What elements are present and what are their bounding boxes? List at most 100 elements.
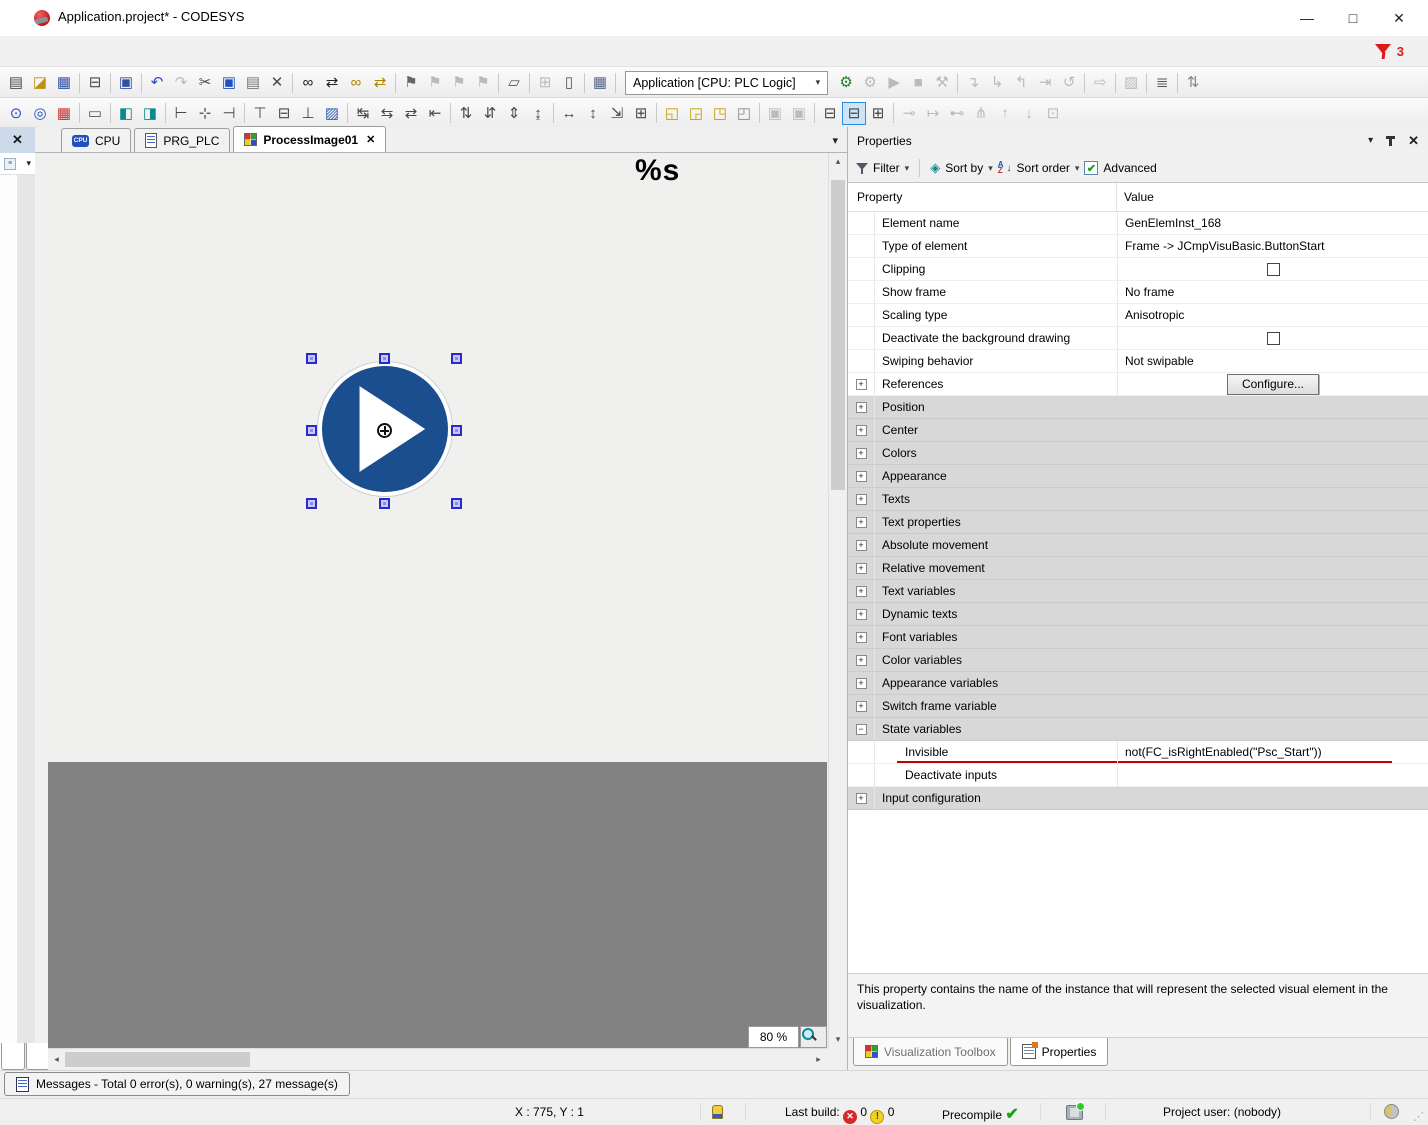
tab-list-dropdown-icon[interactable]: ▾ — [832, 134, 838, 147]
chevron-down-icon[interactable]: ▾ — [26, 158, 31, 169]
property-expander-cell[interactable] — [848, 212, 875, 234]
property-value-cell[interactable]: GenElemInst_168 GenElemInst_168 — [1117, 212, 1428, 234]
step-out-icon[interactable]: ↰ — [1009, 71, 1033, 94]
expander-icon[interactable]: + — [856, 609, 867, 620]
export-icon[interactable]: ▱ — [502, 71, 526, 94]
expander-icon[interactable]: + — [856, 632, 867, 643]
copy-icon[interactable]: ▣ — [217, 71, 241, 94]
panel-close-button[interactable]: ✕ — [0, 127, 35, 153]
horizontal-scroll-thumb[interactable] — [65, 1052, 250, 1067]
page-setup-icon[interactable]: ▯ — [557, 71, 581, 94]
property-value-cell[interactable] — [1117, 787, 1428, 809]
undo-icon[interactable]: ↶ — [145, 71, 169, 94]
selection-handle-se[interactable] — [451, 498, 462, 509]
align-right-icon[interactable]: ⊣ — [217, 102, 241, 125]
selection-handle-e[interactable] — [451, 425, 462, 436]
property-value-cell[interactable] — [1117, 442, 1428, 464]
property-expander-cell[interactable]: + — [848, 557, 875, 579]
property-expander-cell[interactable]: + — [848, 695, 875, 717]
property-expander-cell[interactable] — [848, 764, 875, 786]
single-cycle-icon[interactable]: ⚒ — [930, 71, 954, 94]
selection-handle-n[interactable] — [379, 353, 390, 364]
set-reset-icon[interactable]: ↦ — [921, 102, 945, 125]
messages-tab[interactable]: Messages - Total 0 error(s), 0 warning(s… — [4, 1072, 350, 1096]
collapsed-panel-tab[interactable] — [1, 1043, 25, 1070]
replace-icon[interactable]: ⇄ — [320, 71, 344, 94]
decrease-vertical-space-icon[interactable]: ⇕ — [502, 102, 526, 125]
dialog-layout-bottom-icon[interactable]: ⊞ — [866, 102, 890, 125]
property-expander-cell[interactable]: + — [848, 603, 875, 625]
property-row[interactable]: + Dynamic texts — [848, 603, 1428, 626]
next-bookmark-icon[interactable]: ⚑ — [447, 71, 471, 94]
dialog-layout-top-icon[interactable]: ⊟ — [818, 102, 842, 125]
make-same-size-icon[interactable]: ⇲ — [605, 102, 629, 125]
inline-monitoring-icon[interactable]: ⊡ — [1041, 102, 1065, 125]
step-into-icon[interactable]: ↳ — [985, 71, 1009, 94]
property-expander-cell[interactable]: + — [848, 488, 875, 510]
property-row[interactable]: + References Configure... Configure... — [848, 373, 1428, 396]
property-row[interactable]: + Absolute movement — [848, 534, 1428, 557]
minimize-button[interactable]: — — [1284, 0, 1330, 36]
property-value-text[interactable]: GenElemInst_168 — [1125, 216, 1221, 230]
property-expander-cell[interactable]: + — [848, 511, 875, 533]
ungroup-icon[interactable]: ▣ — [787, 102, 811, 125]
zoom-mode-icon[interactable]: ◎ — [28, 102, 52, 125]
move-up-icon[interactable]: ↑ — [993, 102, 1017, 125]
vertical-scrollbar[interactable]: ▴ ▾ — [828, 153, 847, 1048]
property-row[interactable]: Invisible not(FC_isRightEnabled("Psc_Sta… — [848, 741, 1428, 764]
previous-bookmark-icon[interactable]: ⚑ — [423, 71, 447, 94]
scroll-up-icon[interactable]: ▴ — [829, 153, 847, 170]
visualization-canvas[interactable]: %s 80 % — [48, 153, 827, 1048]
login-icon[interactable]: ⚙ — [834, 71, 858, 94]
align-center-icon[interactable]: ⊹ — [193, 102, 217, 125]
save-icon[interactable]: ▦ — [52, 71, 76, 94]
new-project-icon[interactable]: ▤ — [4, 71, 28, 94]
selection-handle-ne[interactable] — [451, 353, 462, 364]
configure-button[interactable]: Configure... — [1227, 374, 1319, 395]
property-expander-cell[interactable]: + — [848, 419, 875, 441]
vertical-scroll-thumb[interactable] — [831, 180, 845, 490]
value-column-header[interactable]: Value — [1116, 183, 1428, 211]
property-value-cell[interactable] — [1117, 764, 1428, 786]
maximize-button[interactable]: □ — [1330, 0, 1376, 36]
expander-icon[interactable]: + — [856, 540, 867, 551]
expander-icon[interactable]: + — [856, 517, 867, 528]
screen-icon[interactable]: ▭ — [83, 102, 107, 125]
expander-icon[interactable]: + — [856, 448, 867, 459]
expander-icon[interactable]: + — [856, 701, 867, 712]
property-row[interactable]: Deactivate the background drawing — [848, 327, 1428, 350]
property-value-cell[interactable]: Not swipable Not swipable — [1117, 350, 1428, 372]
property-value-cell[interactable] — [1117, 649, 1428, 671]
negate-input-icon[interactable]: ⊸ — [897, 102, 921, 125]
close-button[interactable]: ✕ — [1376, 0, 1422, 36]
property-value-text[interactable]: Anisotropic — [1125, 308, 1184, 322]
property-row[interactable]: + Font variables — [848, 626, 1428, 649]
filter-button[interactable]: Filter ▾ — [856, 161, 909, 175]
zoom-level-field[interactable]: 80 % — [748, 1026, 799, 1048]
property-expander-cell[interactable] — [848, 235, 875, 257]
active-application-combo[interactable]: Application [CPU: PLC Logic] ▾ — [625, 71, 828, 95]
property-value-cell[interactable] — [1117, 419, 1428, 441]
property-value-cell[interactable]: Configure... Configure... — [1117, 373, 1428, 395]
property-value-cell[interactable] — [1117, 580, 1428, 602]
property-row[interactable]: + Texts — [848, 488, 1428, 511]
property-value-cell[interactable] — [1117, 626, 1428, 648]
build-icon[interactable]: ▦ — [588, 71, 612, 94]
align-top-icon[interactable]: ⊤ — [248, 102, 272, 125]
property-expander-cell[interactable]: + — [848, 373, 875, 395]
panel-tab[interactable]: Properties — [1010, 1038, 1109, 1066]
property-expander-cell[interactable]: + — [848, 534, 875, 556]
distribute-horizontal-icon[interactable]: ↹ — [351, 102, 375, 125]
bring-to-front-icon[interactable]: ◱ — [660, 102, 684, 125]
find-in-project-icon[interactable]: ∞ — [344, 71, 368, 94]
panel-menu-dropdown-icon[interactable]: ▾ — [1368, 135, 1373, 146]
pin-icon[interactable] — [1389, 136, 1392, 146]
property-value-cell[interactable] — [1117, 603, 1428, 625]
run-to-cursor-icon[interactable]: ⇥ — [1033, 71, 1057, 94]
dialog-layout-middle-icon[interactable]: ⊟ — [842, 102, 866, 125]
property-row[interactable]: + Appearance — [848, 465, 1428, 488]
property-expander-cell[interactable] — [848, 258, 875, 280]
property-row[interactable]: Element name GenElemInst_168 GenElemInst… — [848, 212, 1428, 235]
expander-icon[interactable]: + — [856, 678, 867, 689]
property-value-text[interactable]: Frame -> JCmpVisuBasic.ButtonStart — [1125, 239, 1325, 253]
